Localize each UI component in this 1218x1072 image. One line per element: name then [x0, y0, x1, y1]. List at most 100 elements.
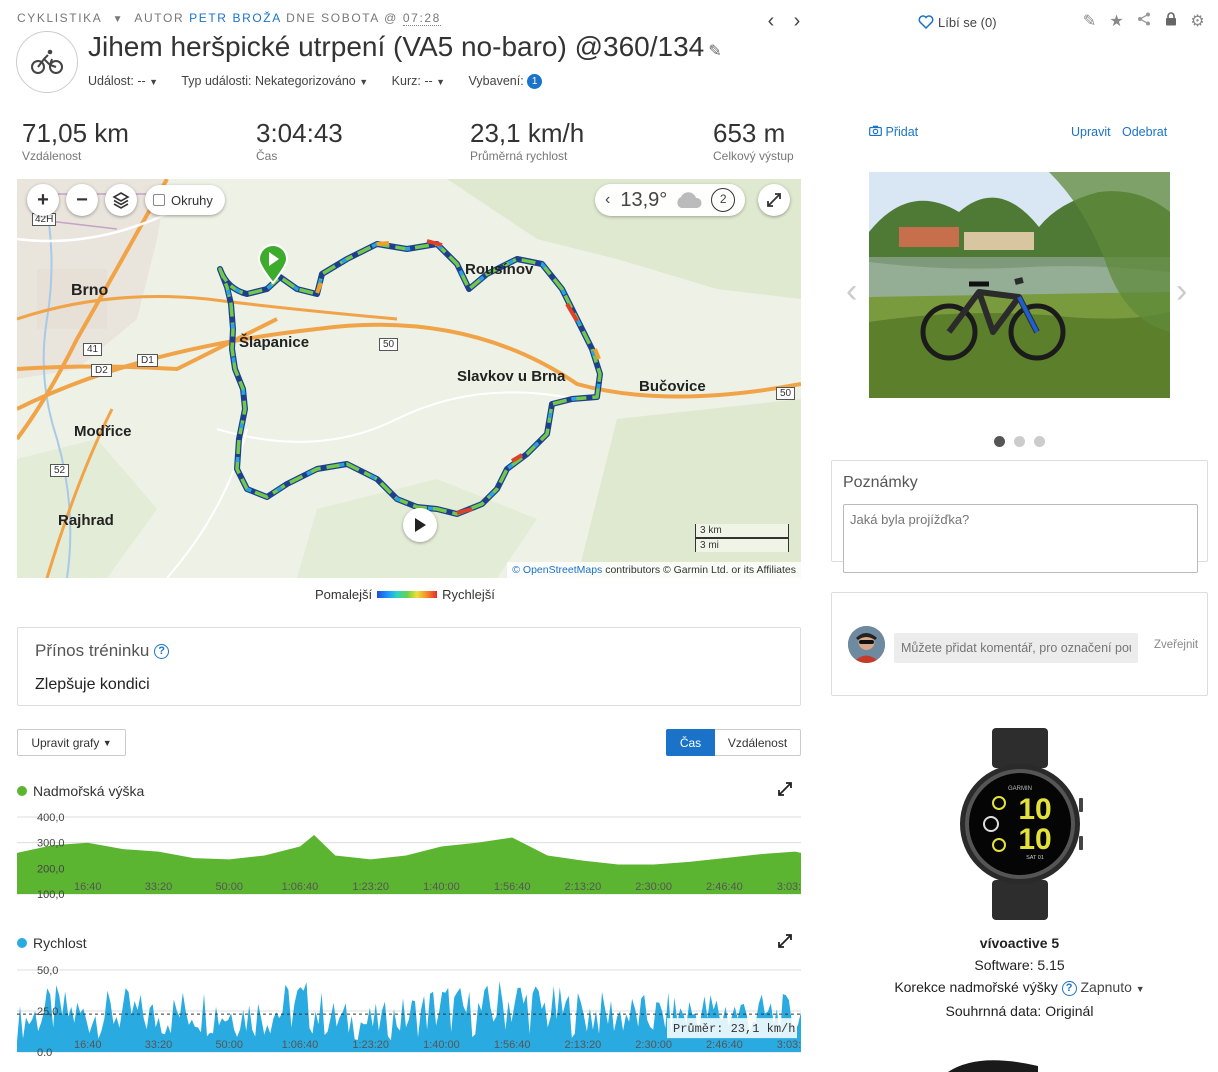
- map-label-bucovice: Bučovice: [639, 378, 706, 395]
- fullscreen-button[interactable]: [758, 184, 790, 216]
- speed-legend-dot: [17, 938, 27, 948]
- stat-distance: 71,05 km Vzdálenost: [22, 118, 129, 163]
- notes-input[interactable]: [843, 504, 1198, 573]
- lock-icon[interactable]: [1157, 12, 1184, 31]
- x-tick-label: 50:00: [215, 881, 243, 893]
- gear-selector[interactable]: Vybavení: 1: [468, 74, 543, 90]
- altitude-dropdown[interactable]: Zapnuto ▼: [1081, 979, 1145, 995]
- x-tick-label: 3:03:20: [777, 1039, 801, 1051]
- activity-title[interactable]: Jihem heršpické utrpení (VA5 no-baro) @3…: [88, 31, 722, 63]
- altitude-correction-row: Korekce nadmořské výšky ? Zapnuto ▼: [831, 976, 1208, 1000]
- play-route-button[interactable]: [403, 508, 437, 542]
- elevation-title-text: Nadmořská výška: [33, 783, 145, 799]
- device-name[interactable]: vívoactive 5: [831, 932, 1208, 954]
- like-button[interactable]: Líbí se (0): [918, 15, 997, 30]
- training-effect-value: Zlepšuje kondici: [35, 676, 150, 693]
- share-icon[interactable]: [1130, 12, 1157, 31]
- category-link[interactable]: CYKLISTIKA: [17, 11, 102, 25]
- x-tick-label: 16:40: [74, 881, 102, 893]
- laps-checkbox[interactable]: [153, 194, 165, 206]
- expand-speed-chart-icon[interactable]: [778, 934, 792, 953]
- edit-graphs-button[interactable]: Upravit grafy ▼: [17, 729, 126, 756]
- chart-area-series: [17, 981, 801, 1052]
- category-dropdown-icon[interactable]: ▼: [113, 14, 125, 25]
- watch-minutes: 10: [1018, 823, 1051, 856]
- notes-title: Poznámky: [843, 474, 918, 491]
- laps-toggle[interactable]: Okruhy: [145, 185, 225, 215]
- type-label: Typ události:: [181, 74, 252, 88]
- date-prefix: DNE SOBOTA @: [286, 11, 398, 25]
- help-icon[interactable]: ?: [1061, 980, 1077, 996]
- y-tick-label: 400,0: [37, 812, 65, 824]
- course-selector[interactable]: Kurz: -- ▼: [392, 74, 445, 88]
- zoom-out-button[interactable]: −: [66, 184, 98, 216]
- scale-mi: 3 mi: [695, 538, 789, 552]
- comment-card: Zveřejnit: [831, 592, 1208, 696]
- zoom-in-button[interactable]: +: [27, 184, 59, 216]
- elevation-legend-dot: [17, 786, 27, 796]
- lap-timer-icon[interactable]: 2: [711, 188, 736, 212]
- dropdown-icon: ▼: [149, 77, 159, 87]
- event-selector[interactable]: Událost: -- ▼: [88, 74, 158, 88]
- carousel-next-icon[interactable]: ›: [1176, 272, 1187, 311]
- minus-icon: −: [76, 188, 88, 211]
- road-shield: 50: [776, 387, 796, 400]
- cycling-activity-icon: [16, 31, 78, 93]
- chevron-left-icon[interactable]: ‹: [605, 191, 610, 209]
- previous-activity-icon[interactable]: ‹: [758, 10, 784, 33]
- stat-label: Vzdálenost: [22, 149, 82, 163]
- speed-chart[interactable]: 50,0 25,0 0,0 16:40 33:20 50:00 1:06:40 1:23:20…: [17, 960, 801, 1056]
- y-tick-label: 25,0: [37, 1006, 58, 1018]
- like-label: Líbí se (0): [938, 15, 997, 30]
- carousel-dot[interactable]: [1014, 436, 1025, 447]
- gear-count-badge: 1: [527, 74, 543, 90]
- edit-title-icon[interactable]: ✎: [708, 43, 721, 60]
- summary-label: Souhrnná data:: [945, 1003, 1042, 1019]
- carousel-dot[interactable]: [994, 436, 1005, 447]
- x-tick-label: 1:23:20: [352, 1039, 389, 1051]
- route-map[interactable]: Brno Šlapanice Modřice Rajhrad Slavkov u…: [17, 179, 801, 578]
- layers-button[interactable]: [105, 184, 137, 216]
- y-tick-label: 50,0: [37, 965, 58, 977]
- map-label-slapanice: Šlapanice: [239, 334, 310, 351]
- map-scale: 3 km 3 mi: [695, 524, 789, 552]
- start-marker-icon[interactable]: [257, 244, 289, 284]
- gear-icon[interactable]: ⚙: [1184, 11, 1211, 31]
- altitude-label: Korekce nadmořské výšky: [894, 979, 1058, 995]
- map-label-modrice: Modřice: [74, 423, 132, 440]
- osm-link[interactable]: © OpenStreetMaps: [512, 564, 602, 576]
- x-tick-label: 1:06:40: [282, 881, 319, 893]
- course-label: Kurz:: [391, 74, 421, 88]
- distance-axis-button[interactable]: Vzdálenost: [715, 729, 801, 756]
- help-icon[interactable]: ?: [154, 644, 170, 660]
- x-tick-label: 2:30:00: [635, 881, 672, 893]
- y-tick-label: 0,0: [37, 1047, 52, 1056]
- add-photo-button[interactable]: Přidat: [869, 125, 918, 139]
- remove-photo-link[interactable]: Odebrat: [1122, 125, 1167, 139]
- carousel-dot[interactable]: [1034, 436, 1045, 447]
- comment-input[interactable]: [894, 633, 1138, 663]
- elevation-chart[interactable]: 400,0 300,0 200,0 100,0 16:40 33:20 50:00 1:06:…: [17, 808, 801, 900]
- expand-elevation-chart-icon[interactable]: [778, 782, 792, 799]
- x-tick-label: 2:46:40: [706, 1039, 743, 1051]
- y-tick-label: 300,0: [37, 838, 65, 850]
- carousel-prev-icon[interactable]: ‹: [846, 272, 857, 311]
- event-type-selector[interactable]: Typ události: Nekategorizováno ▼: [181, 74, 368, 88]
- event-value: --: [137, 74, 146, 88]
- gear-label: Vybavení:: [468, 74, 524, 88]
- road-shield: 41: [83, 343, 103, 356]
- edit-photo-link[interactable]: Upravit: [1071, 125, 1111, 139]
- stat-value: 3:04:43: [256, 118, 343, 148]
- edit-pencil-icon[interactable]: ✎: [1076, 11, 1103, 31]
- x-tick-label: 1:56:40: [494, 1039, 531, 1051]
- star-icon[interactable]: ★: [1103, 11, 1130, 31]
- map-label-brno: Brno: [71, 282, 109, 299]
- y-tick-label: 100,0: [37, 889, 65, 900]
- activity-meta: Událost: -- ▼ Typ události: Nekategorizo…: [88, 74, 562, 90]
- activity-photo[interactable]: [869, 172, 1170, 398]
- time-axis-button[interactable]: Čas: [666, 729, 715, 756]
- next-activity-icon[interactable]: ›: [784, 10, 810, 33]
- publish-comment-button[interactable]: Zveřejnit: [1154, 639, 1198, 651]
- author-link[interactable]: PETR BROŽA: [189, 11, 281, 25]
- activity-time[interactable]: 07:28: [402, 11, 441, 26]
